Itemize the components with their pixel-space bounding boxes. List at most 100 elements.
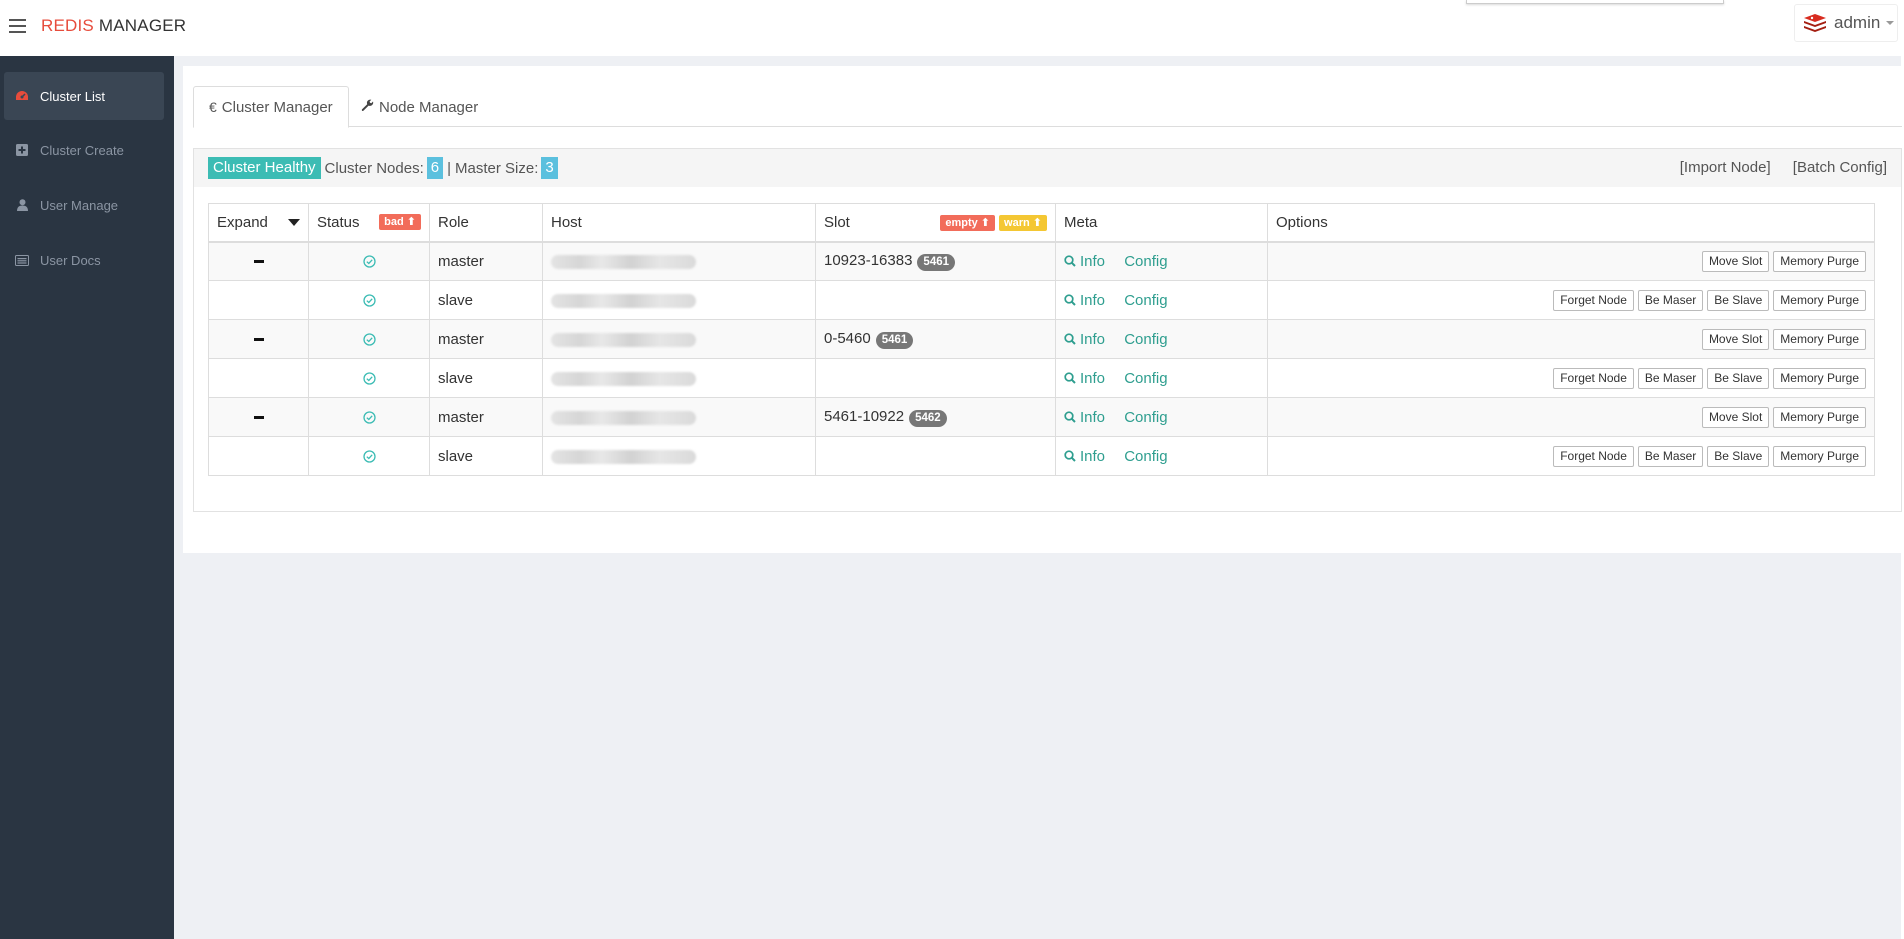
- role-text: slave: [438, 447, 474, 465]
- memory-purge-button[interactable]: Memory Purge: [1773, 289, 1866, 311]
- be-maser-button[interactable]: Be Maser: [1637, 367, 1704, 389]
- move-slot-button[interactable]: Move Slot: [1701, 328, 1770, 350]
- empty-sort-badge[interactable]: empty ⬆: [940, 215, 996, 232]
- table-row: master 10923-16383 5461 Info Config Move …: [208, 241, 1875, 281]
- info-link[interactable]: Info: [1064, 331, 1105, 348]
- be-maser-button[interactable]: Be Maser: [1637, 289, 1704, 311]
- memory-purge-button[interactable]: Memory Purge: [1773, 367, 1866, 389]
- slot-cell: 5461-10922 5462: [815, 397, 1056, 437]
- collapse-icon[interactable]: [253, 259, 264, 263]
- expand-cell[interactable]: [208, 358, 309, 398]
- meta-cell: Info Config: [1055, 319, 1268, 359]
- sidebar-item-cluster-list[interactable]: Cluster List: [4, 72, 164, 120]
- meta-cell: Info Config: [1055, 436, 1268, 476]
- slot-cell: [815, 436, 1056, 476]
- config-link[interactable]: Config: [1124, 448, 1167, 465]
- slot-range: 0-5460: [824, 329, 871, 347]
- info-link[interactable]: Info: [1064, 292, 1105, 309]
- col-role: Role: [429, 203, 543, 243]
- info-link[interactable]: Info: [1064, 253, 1105, 270]
- summary-separator: |: [447, 159, 452, 177]
- role-text: slave: [438, 369, 474, 387]
- host-cell: [542, 358, 816, 398]
- memory-purge-button[interactable]: Memory Purge: [1773, 328, 1866, 350]
- forget-node-button[interactable]: Forget Node: [1553, 367, 1634, 389]
- be-slave-button[interactable]: Be Slave: [1707, 367, 1770, 389]
- col-slot: Slot empty ⬆ warn ⬆: [815, 203, 1056, 243]
- move-slot-button[interactable]: Move Slot: [1701, 250, 1770, 272]
- sidebar-item-cluster-create[interactable]: Cluster Create: [4, 126, 164, 174]
- options-cell: Move Slot Memory Purge: [1267, 241, 1875, 281]
- brand-title: REDIS MANAGER: [41, 16, 186, 36]
- be-slave-button[interactable]: Be Slave: [1707, 289, 1770, 311]
- options-cell: Move Slot Memory Purge: [1267, 319, 1875, 359]
- status-cell: [308, 319, 430, 359]
- role-text: master: [438, 330, 484, 348]
- search-icon: [1064, 332, 1076, 345]
- header-label: Status: [317, 213, 360, 231]
- status-cell: [308, 358, 430, 398]
- slot-range: 5461-10922: [824, 407, 905, 425]
- plus-square-icon: [14, 142, 30, 158]
- brand-redis: REDIS: [41, 16, 94, 35]
- user-menu[interactable]: admin: [1794, 4, 1898, 42]
- be-maser-button[interactable]: Be Maser: [1637, 445, 1704, 467]
- col-expand[interactable]: Expand: [208, 203, 309, 243]
- host-cell: [542, 241, 816, 281]
- info-link[interactable]: Info: [1064, 448, 1105, 465]
- config-link[interactable]: Config: [1124, 409, 1167, 426]
- caret-down-icon[interactable]: [288, 218, 300, 226]
- nodes-count-badge: 6: [426, 157, 444, 179]
- hamburger-menu-icon[interactable]: [9, 19, 26, 33]
- forget-node-button[interactable]: Forget Node: [1553, 445, 1634, 467]
- status-cell: [308, 280, 430, 320]
- tab-node-manager[interactable]: Node Manager: [346, 86, 493, 128]
- tab-label: Cluster Manager: [221, 98, 333, 116]
- memory-purge-button[interactable]: Memory Purge: [1773, 406, 1866, 428]
- config-link[interactable]: Config: [1124, 370, 1167, 387]
- info-link[interactable]: Info: [1064, 370, 1105, 387]
- expand-cell[interactable]: [208, 397, 309, 437]
- status-cell: [308, 241, 430, 281]
- sidebar-item-user-manage[interactable]: User Manage: [4, 181, 164, 229]
- sidebar: Cluster List Cluster Create User Manage …: [0, 56, 174, 939]
- warn-sort-badge[interactable]: warn ⬆: [999, 215, 1047, 232]
- collapse-icon[interactable]: [253, 337, 264, 341]
- role-cell: master: [429, 241, 543, 281]
- sidebar-item-user-docs[interactable]: User Docs: [4, 236, 164, 284]
- expand-cell[interactable]: [208, 241, 309, 281]
- host-redacted: [551, 254, 696, 269]
- col-status: Status bad ⬆: [308, 203, 430, 243]
- role-text: master: [438, 252, 484, 270]
- config-link[interactable]: Config: [1124, 292, 1167, 309]
- move-slot-button[interactable]: Move Slot: [1701, 406, 1770, 428]
- top-header: REDIS MANAGER admin: [0, 0, 1904, 56]
- expand-cell[interactable]: [208, 319, 309, 359]
- dashboard-icon: [14, 88, 30, 104]
- bad-sort-badge[interactable]: bad ⬆: [379, 214, 421, 231]
- config-link[interactable]: Config: [1124, 253, 1167, 270]
- collapse-icon[interactable]: [253, 415, 264, 419]
- batch-config-link[interactable]: [Batch Config]: [1793, 159, 1887, 176]
- expand-cell[interactable]: [208, 436, 309, 476]
- search-icon: [1064, 293, 1076, 306]
- col-options: Options: [1267, 203, 1875, 243]
- memory-purge-button[interactable]: Memory Purge: [1773, 250, 1866, 272]
- options-cell: Move Slot Memory Purge: [1267, 397, 1875, 437]
- chevron-down-icon: [1886, 21, 1895, 25]
- expand-cell[interactable]: [208, 280, 309, 320]
- host-redacted: [551, 410, 696, 425]
- be-slave-button[interactable]: Be Slave: [1707, 445, 1770, 467]
- memory-purge-button[interactable]: Memory Purge: [1773, 445, 1866, 467]
- tab-cluster-manager[interactable]: € Cluster Manager: [193, 86, 349, 128]
- import-node-link[interactable]: [Import Node]: [1680, 159, 1771, 176]
- role-cell: slave: [429, 358, 543, 398]
- nodes-table: Expand Status bad ⬆ Role Host Slot empty …: [208, 203, 1875, 476]
- search-icon: [1064, 410, 1076, 423]
- cluster-panel: Cluster Healthy Cluster Nodes: 6 | Maste…: [193, 148, 1902, 512]
- role-cell: master: [429, 397, 543, 437]
- forget-node-button[interactable]: Forget Node: [1553, 289, 1634, 311]
- config-link[interactable]: Config: [1124, 331, 1167, 348]
- main-content: € Cluster Manager Node Manager Cluster H…: [183, 66, 1904, 553]
- info-link[interactable]: Info: [1064, 409, 1105, 426]
